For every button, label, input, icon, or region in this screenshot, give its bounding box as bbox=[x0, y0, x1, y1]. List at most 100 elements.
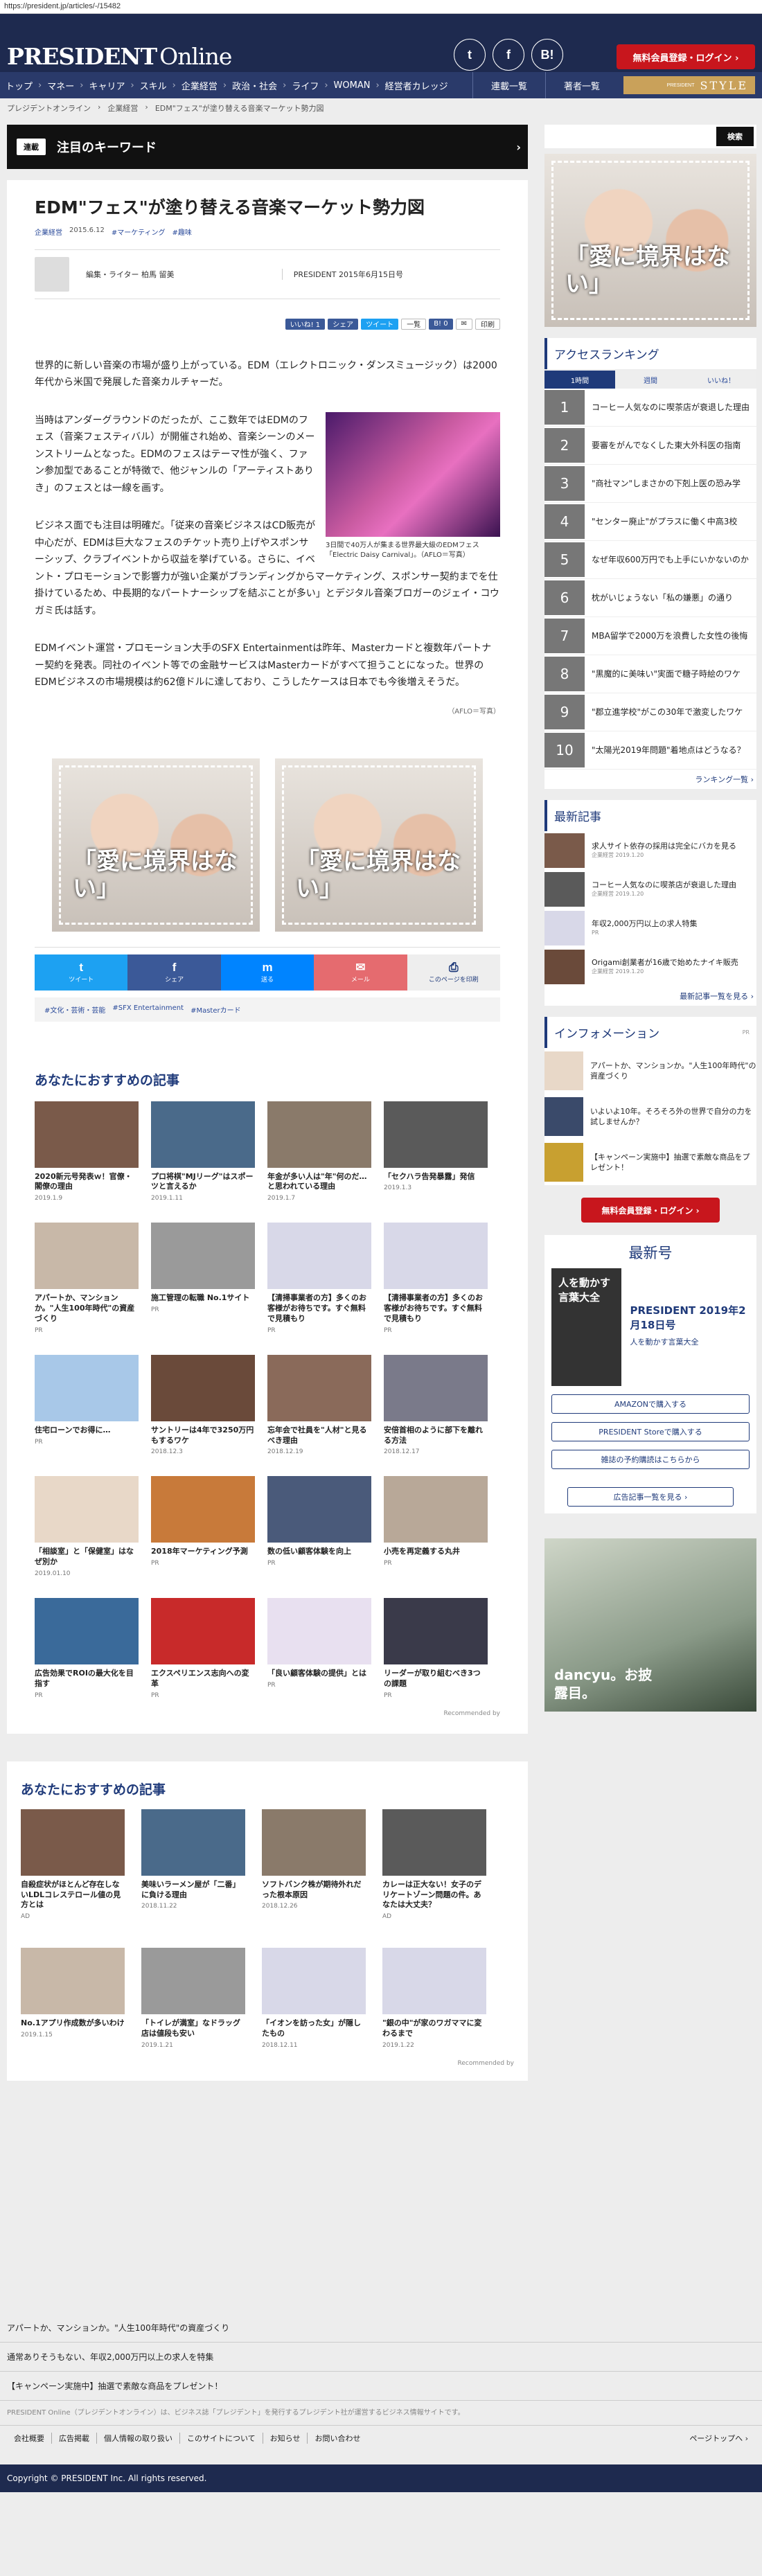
card-title[interactable]: 2020新元号発表ｗ！官僚・閣僚の理由 bbox=[35, 1172, 139, 1193]
card-title[interactable]: 「良い顧客体験の提供」とは bbox=[267, 1669, 371, 1679]
thumbnail-image[interactable] bbox=[151, 1598, 255, 1665]
amazon-buy-button[interactable]: AMAZONで購入する bbox=[551, 1394, 750, 1414]
recommend-card[interactable]: サントリーは4年で3250万円もするワケ 2018.12.3 bbox=[151, 1354, 255, 1455]
thumbnail-image[interactable] bbox=[151, 1354, 255, 1421]
thumbnail-image[interactable] bbox=[35, 1476, 139, 1543]
recommend-card[interactable]: エクスペリエンス志向への変革 PR bbox=[151, 1598, 255, 1699]
tag-link[interactable]: #マーケティング bbox=[112, 226, 166, 237]
print-page-button[interactable]: ⎙ このページを印刷 bbox=[407, 954, 501, 991]
info-title[interactable]: 【キャンペーン実施中】抽選で素敵な商品をプレゼント！ bbox=[590, 1152, 756, 1173]
nav-item[interactable]: トップ bbox=[0, 79, 38, 92]
ranking-item[interactable]: 2 要審をがんでなくした東大外科医の指南 bbox=[544, 427, 756, 465]
recommend-card[interactable]: 2020新元号発表ｗ！官僚・閣僚の理由 2019.1.9 bbox=[35, 1101, 139, 1202]
thumbnail-image[interactable] bbox=[151, 1223, 255, 1290]
card-title[interactable]: アパートか、マンションか。"人生100年時代"の資産づくり bbox=[35, 1293, 139, 1324]
dancyu-ad[interactable]: dancyu。お披露目。 bbox=[544, 1538, 756, 1712]
ranking-item[interactable]: 7 MBA留学で2000万を浪費した女性の後悔 bbox=[544, 617, 756, 655]
author-name[interactable]: 編集・ライター 柏馬 留美 bbox=[86, 269, 175, 280]
thumbnail-image[interactable] bbox=[384, 1101, 488, 1168]
card-title[interactable]: エクスペリエンス志向への変革 bbox=[151, 1669, 255, 1689]
thumbnail-image[interactable] bbox=[382, 1809, 486, 1876]
print-button[interactable]: 印刷 bbox=[475, 318, 500, 330]
footer-pr-link[interactable]: アパートか、マンションか。"人生100年時代"の資産づくり bbox=[0, 2313, 762, 2343]
thumbnail-image[interactable] bbox=[544, 833, 585, 868]
card-title[interactable]: カレーは正大ない！女子のデリケートゾーン問題の件。あなたは大丈夫？ bbox=[382, 1880, 486, 1911]
footer-link[interactable]: お知らせ bbox=[262, 2433, 308, 2444]
thumbnail-image[interactable] bbox=[544, 872, 585, 907]
thumbnail-image[interactable] bbox=[262, 1948, 366, 2015]
card-title[interactable]: 施工管理の転職 No.1サイト bbox=[151, 1293, 255, 1304]
tab-likes[interactable]: いいね！ bbox=[686, 371, 756, 389]
hatena-icon[interactable]: B! bbox=[531, 39, 563, 71]
footer-link[interactable]: このサイトについて bbox=[179, 2433, 263, 2444]
ranking-item[interactable]: 8 "黒魔的に美味い"実面で糖子時絵のワケ bbox=[544, 655, 756, 693]
latest-text[interactable]: コーヒー人気なのに喫茶店が衰退した理由 企業経営 2019.1.20 bbox=[592, 880, 736, 898]
ranking-title[interactable]: コーヒー人気なのに喫茶店が衰退した理由 bbox=[592, 402, 750, 413]
thumbnail-image[interactable] bbox=[384, 1223, 488, 1290]
card-title[interactable]: No.1アプリ作成数が多いわけ bbox=[21, 2018, 125, 2029]
search-button[interactable]: 検索 bbox=[716, 127, 754, 146]
thumbnail-image[interactable] bbox=[267, 1101, 371, 1168]
facebook-icon[interactable]: f bbox=[493, 39, 524, 71]
ranking-title[interactable]: "商社マン"しまさかの下剋上医の恐み学 bbox=[592, 478, 741, 489]
ranking-title[interactable]: "郡立進学校"がこの30年で激変したワケ bbox=[592, 707, 743, 718]
list-button[interactable]: 一覧 bbox=[401, 318, 427, 330]
info-item[interactable]: 【キャンペーン実施中】抽選で素敵な商品をプレゼント！ bbox=[544, 1139, 756, 1185]
facebook-share-button[interactable]: f シェア bbox=[127, 954, 221, 991]
recommend-card[interactable]: 「イオンを訪った女」が隠したもの 2018.12.11 bbox=[262, 1948, 366, 2049]
thumbnail-image[interactable] bbox=[384, 1476, 488, 1543]
recommend-card[interactable]: 「セクハラ告発暴露」発信 2019.1.3 bbox=[384, 1101, 488, 1202]
card-title[interactable]: 小売を再定義する丸井 bbox=[384, 1547, 488, 1557]
latest-item[interactable]: Origami創業者が16歳で始めたナイキ販売 企業経営 2019.1.20 bbox=[544, 948, 756, 986]
nav-item[interactable]: WOMAN bbox=[328, 80, 376, 91]
nav-item[interactable]: 企業経営 bbox=[176, 79, 223, 92]
latest-item[interactable]: 年収2,000万円以上の求人特集 PR bbox=[544, 909, 756, 948]
thumbnail-image[interactable] bbox=[267, 1354, 371, 1421]
latest-text[interactable]: 年収2,000万円以上の求人特集 PR bbox=[592, 919, 698, 937]
ranking-title[interactable]: MBA留学で2000万を浪費した女性の後悔 bbox=[592, 630, 747, 641]
thumbnail-image[interactable] bbox=[262, 1809, 366, 1876]
card-title[interactable]: 「セクハラ告発暴露」発信 bbox=[384, 1172, 488, 1182]
recommend-card[interactable]: 小売を再定義する丸井 PR bbox=[384, 1476, 488, 1577]
breadcrumb-item[interactable]: プレジデントオンライン bbox=[7, 103, 91, 114]
nav-item[interactable]: マネー bbox=[42, 79, 80, 92]
recommend-card[interactable]: 美味いラーメン屋が「二番」に負ける理由 2018.11.22 bbox=[141, 1809, 245, 1921]
card-title[interactable]: 「イオンを訪った女」が隠したもの bbox=[262, 2018, 366, 2039]
browser-url-bar[interactable]: https://president.jp/articles/-/15482 bbox=[0, 0, 762, 14]
latest-more-link[interactable]: 最新記事一覧を見る › bbox=[544, 986, 756, 1006]
thumbnail-image[interactable] bbox=[151, 1101, 255, 1168]
magazine-cover[interactable]: 人を動かす言葉大全 bbox=[551, 1268, 622, 1386]
recommend-card[interactable]: 【清掃事業者の方】多くのお客様がお待ちです。すぐ無料で見積もり PR bbox=[267, 1223, 371, 1334]
recommend-card[interactable]: 「トイレが満室」なドラッグ店は値段も安い 2019.1.21 bbox=[141, 1948, 245, 2049]
info-item[interactable]: アパートか、マンションか。"人生100年時代"の資産づくり bbox=[544, 1048, 756, 1094]
mail-share-button[interactable]: ✉ メール bbox=[314, 954, 407, 991]
info-title[interactable]: いよいよ10年。そろそろ外の世界で自分の力を試しませんか？ bbox=[590, 1106, 756, 1128]
thumbnail-image[interactable] bbox=[384, 1598, 488, 1665]
recommend-card[interactable]: 【清掃事業者の方】多くのお客様がお待ちです。すぐ無料で見積もり PR bbox=[384, 1223, 488, 1334]
tag-link[interactable]: #Masterカード bbox=[190, 1004, 241, 1015]
thumbnail-image[interactable] bbox=[544, 1143, 583, 1182]
card-title[interactable]: 2018年マーケティング予測 bbox=[151, 1547, 255, 1557]
thumbnail-image[interactable] bbox=[544, 1051, 583, 1090]
footer-link[interactable]: 個人情報の取り扱い bbox=[96, 2433, 179, 2444]
card-title[interactable]: リーダーが取り組むべき3つの課題 bbox=[384, 1669, 488, 1689]
ranking-title[interactable]: "センター廃止"がプラスに働く中高3校 bbox=[592, 516, 737, 527]
ranking-title[interactable]: なぜ年収600万円でも上手にいかないのか bbox=[592, 554, 749, 565]
recommend-card[interactable]: リーダーが取り組むべき3つの課題 PR bbox=[384, 1598, 488, 1699]
ranking-item[interactable]: 1 コーヒー人気なのに喫茶店が衰退した理由 bbox=[544, 389, 756, 427]
card-title[interactable]: 美味いラーメン屋が「二番」に負ける理由 bbox=[141, 1880, 245, 1901]
subscribe-button[interactable]: 雑誌の予約購読はこちらから bbox=[551, 1450, 750, 1469]
keyword-bar[interactable]: 連載 注目のキーワード › bbox=[7, 125, 528, 169]
tag-link[interactable]: #文化・芸術・芸能 bbox=[44, 1004, 105, 1015]
ranking-item[interactable]: 6 枕がいじょうない「私の嫌悪」の通り bbox=[544, 579, 756, 617]
register-login-button[interactable]: 無料会員登録・ログイン › bbox=[581, 1198, 720, 1223]
thumbnail-image[interactable] bbox=[544, 911, 585, 945]
recommend-card[interactable]: 忘年会で社員を"人材"と見るべき理由 2018.12.19 bbox=[267, 1354, 371, 1455]
thumbnail-image[interactable] bbox=[141, 1948, 245, 2015]
recommend-card[interactable]: 住宅ローンでお得に… PR bbox=[35, 1354, 139, 1456]
recommend-card[interactable]: 年金が多い人は"年"何のだ…と思われている理由 2019.1.7 bbox=[267, 1101, 371, 1202]
recommend-card[interactable]: ソフトバンク株が期待外れだった根本原因 2018.12.26 bbox=[262, 1809, 366, 1921]
info-item[interactable]: いよいよ10年。そろそろ外の世界で自分の力を試しませんか？ bbox=[544, 1094, 756, 1139]
ad-banner[interactable]: 「愛に境界はない」 bbox=[275, 758, 483, 932]
latest-title[interactable]: 年収2,000万円以上の求人特集 bbox=[592, 919, 698, 928]
